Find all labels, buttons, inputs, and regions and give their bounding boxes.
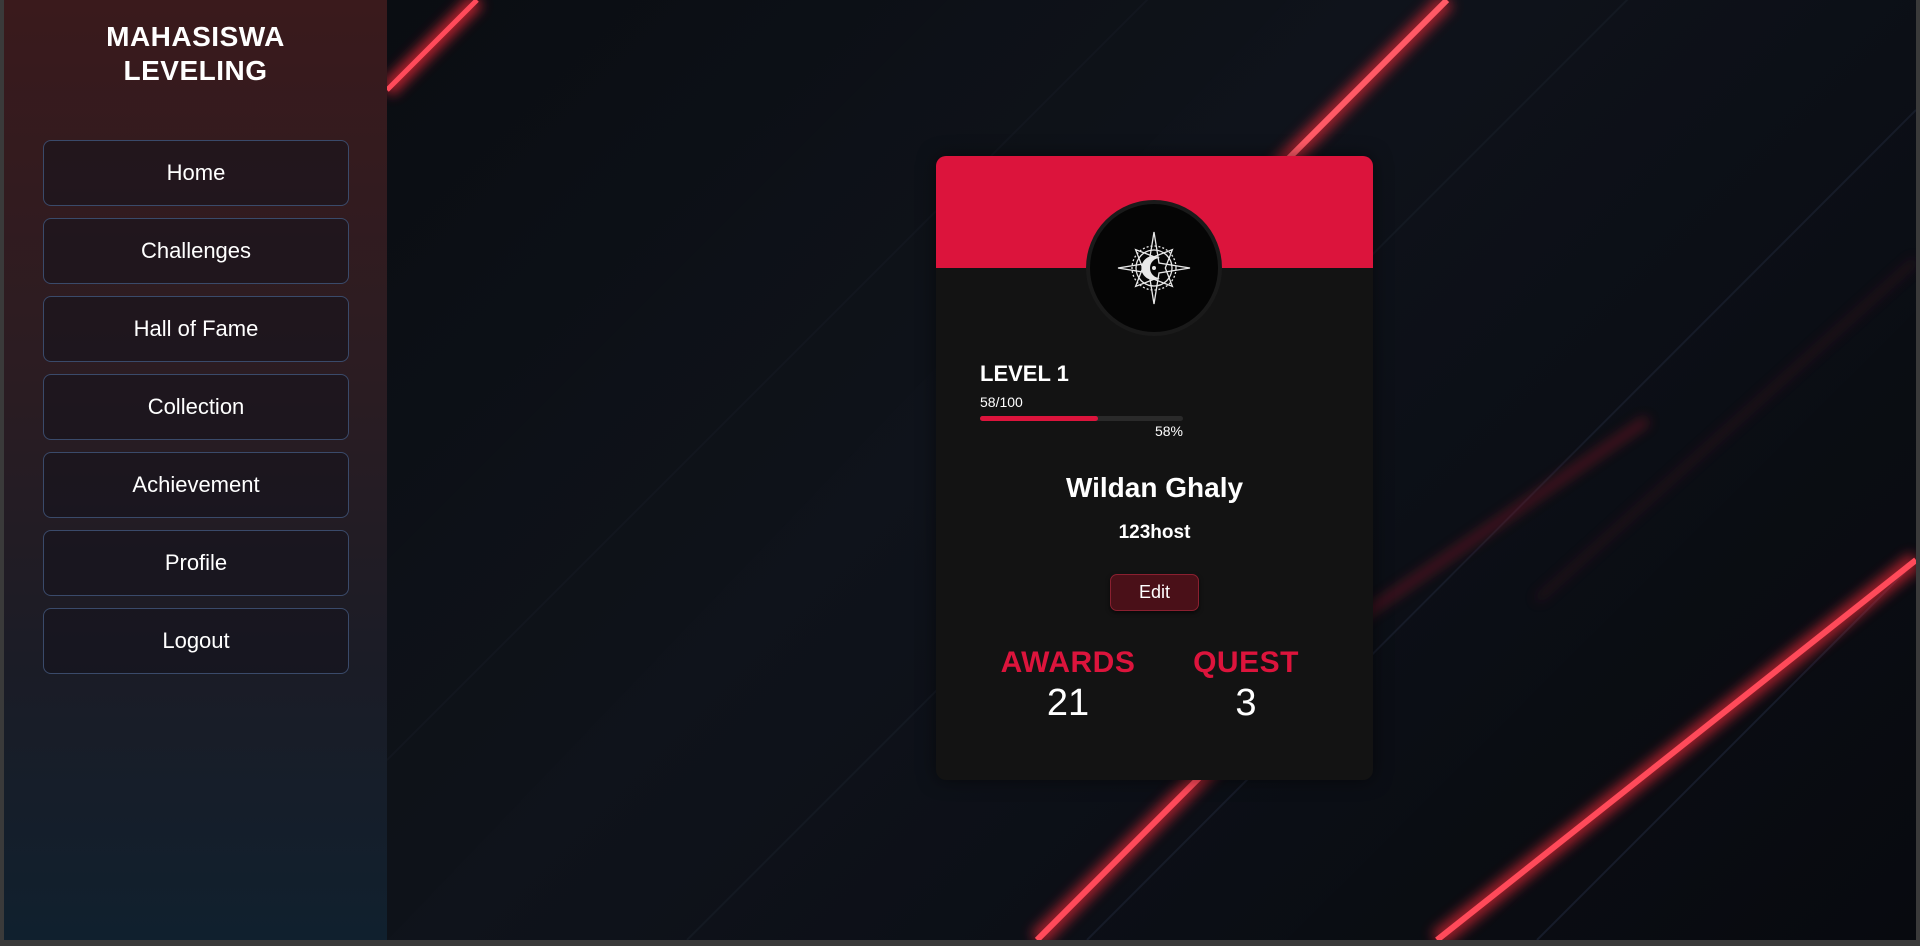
quest-label: QUEST [1193,646,1299,679]
brand-line-2: LEVELING [123,55,268,86]
sidebar-item-home[interactable]: Home [43,140,349,206]
profile-name: Wildan Ghaly [1065,472,1244,503]
sidebar-item-hall-of-fame[interactable]: Hall of Fame [43,296,349,362]
xp-text: 58/100 [980,394,1023,410]
xp-progress-bar [980,416,1183,421]
brand-line-1: MAHASISWA [106,21,285,52]
xp-progress-fill [980,416,1098,421]
level-title: LEVEL 1 [980,361,1069,386]
sidebar-item-achievement[interactable]: Achievement [43,452,349,518]
sidebar-item-challenges[interactable]: Challenges [43,218,349,284]
profile-username: 123host [1118,522,1191,543]
sidebar: MAHASISWA LEVELING Home Challenges Hall … [4,0,387,940]
sidebar-item-collection[interactable]: Collection [43,374,349,440]
brand-title: MAHASISWA LEVELING [4,20,387,88]
awards-label: AWARDS [1000,646,1136,679]
compass-emblem-icon [1117,231,1191,305]
quest-stat: QUEST 3 [1186,646,1306,725]
sidebar-nav: Home Challenges Hall of Fame Collection … [43,140,349,686]
profile-card: LEVEL 1 58/100 58% Wildan Ghaly 123host … [936,156,1373,780]
sidebar-item-profile[interactable]: Profile [43,530,349,596]
quest-value: 3 [1235,682,1257,724]
avatar [1086,200,1222,336]
edit-button[interactable]: Edit [1110,574,1199,611]
app-window: MAHASISWA LEVELING Home Challenges Hall … [4,0,1916,940]
awards-stat: AWARDS 21 [998,646,1138,725]
sidebar-item-logout[interactable]: Logout [43,608,349,674]
window-bottom-edge [0,940,1920,946]
xp-percent: 58% [1154,423,1183,439]
awards-value: 21 [1046,682,1090,724]
